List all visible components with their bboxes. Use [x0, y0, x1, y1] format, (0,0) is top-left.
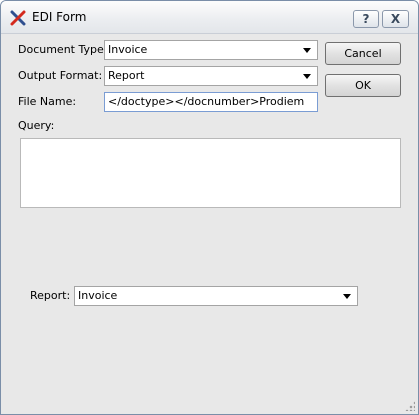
document-type-select[interactable]: Invoice [104, 40, 318, 60]
report-value: Invoice [78, 289, 118, 302]
report-select[interactable]: Invoice [74, 286, 358, 306]
window-title: EDI Form [32, 10, 87, 24]
file-name-label: File Name: [18, 95, 77, 108]
close-icon: X [390, 12, 401, 26]
query-textarea[interactable] [20, 138, 401, 208]
report-label: Report: [30, 289, 71, 302]
file-name-value: </doctype></docnumber>Prodiem [108, 95, 305, 108]
help-button[interactable]: ? [353, 10, 379, 28]
output-format-value: Report [108, 69, 145, 82]
title-bar[interactable]: EDI Form ? X [1, 1, 418, 34]
edi-form-window: EDI Form ? X Document Type: Invoice Outp… [0, 0, 419, 415]
output-format-select[interactable]: Report [104, 66, 318, 86]
help-icon: ? [362, 12, 370, 26]
file-name-input[interactable]: </doctype></docnumber>Prodiem [104, 92, 318, 112]
chevron-down-icon [303, 74, 311, 79]
document-type-label: Document Type: [18, 43, 108, 56]
xtuple-x-icon [10, 10, 26, 26]
query-label: Query: [18, 119, 55, 132]
ok-button-label: OK [355, 79, 371, 92]
cancel-button[interactable]: Cancel [325, 42, 401, 65]
close-button[interactable]: X [382, 10, 409, 28]
chevron-down-icon [343, 294, 351, 299]
chevron-down-icon [303, 48, 311, 53]
cancel-button-label: Cancel [344, 47, 382, 60]
output-format-label: Output Format: [18, 69, 103, 82]
document-type-value: Invoice [108, 43, 148, 56]
resize-grip[interactable] [405, 401, 415, 411]
ok-button[interactable]: OK [325, 74, 401, 97]
